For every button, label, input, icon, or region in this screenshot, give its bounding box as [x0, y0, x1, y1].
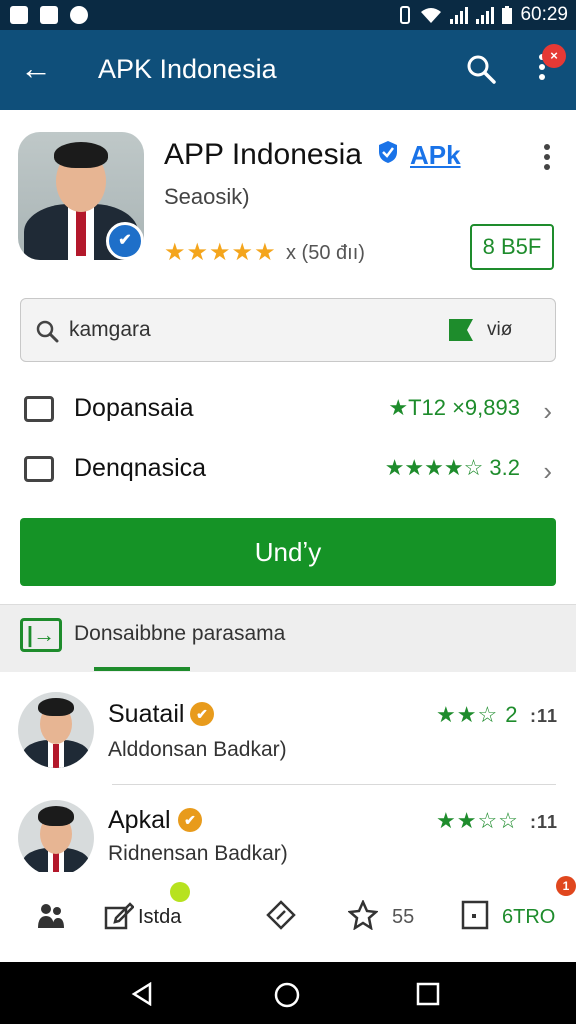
image-icon — [40, 6, 58, 24]
info-row-label: Denqnasica — [74, 454, 207, 482]
status-time: 60:29 — [520, 4, 568, 25]
section-title[interactable]: Donsaibbne parasama — [74, 622, 285, 646]
app-developer: Seaosik) — [164, 184, 250, 209]
rating-stars: ★★★★★ — [164, 239, 277, 266]
info-row-label: Dopansaia — [74, 394, 194, 422]
review-subtitle: Alddonsan Badkar) — [108, 738, 287, 761]
search-icon — [36, 320, 59, 343]
info-row-1[interactable]: Dopansaia ★T12 ×9,893 › — [20, 382, 556, 438]
status-bar: 60:29 — [0, 0, 576, 30]
app-overflow-icon[interactable] — [544, 144, 552, 174]
nav-home-icon[interactable] — [274, 982, 300, 1008]
people-icon[interactable] — [36, 900, 66, 930]
lightbulb-icon — [170, 882, 190, 902]
info-row-value: ★★★★☆ 3.2 — [384, 455, 520, 480]
install-size-button[interactable]: 8 B5F — [470, 224, 554, 270]
chevron-right-icon: › — [543, 396, 552, 426]
primary-action-button[interactable]: Undʼу — [20, 518, 556, 586]
search-field[interactable]: kamgara viø — [20, 298, 556, 362]
verified-badge-icon — [379, 141, 397, 163]
toolbar-value: 55 — [392, 906, 415, 928]
edit-icon[interactable] — [104, 900, 134, 930]
reviewer-avatar[interactable] — [18, 692, 94, 768]
reviewer-name: Apkal — [108, 806, 171, 834]
back-arrow-icon[interactable]: ← — [20, 52, 52, 84]
document-icon[interactable] — [460, 900, 490, 930]
review-more-icon[interactable]: :11 — [530, 706, 558, 727]
search-value: kamgara — [69, 318, 151, 341]
signal-icon — [450, 6, 469, 24]
notification-icon — [10, 6, 28, 24]
nav-recents-icon[interactable] — [416, 982, 440, 1006]
battery-icon — [502, 6, 513, 24]
tag-icon[interactable] — [266, 900, 296, 930]
toolbar-badge: 1 — [556, 876, 576, 896]
reviewer-name: Suatail — [108, 700, 185, 728]
signal-icon-2 — [476, 6, 495, 24]
app-name: APP Indonesia — [164, 138, 362, 171]
export-icon: |→ — [20, 618, 62, 652]
search-icon[interactable] — [466, 54, 496, 84]
info-row-value: ★T12 ×9,893 — [388, 395, 520, 420]
robot-icon — [24, 396, 54, 422]
search-side-label: viø — [487, 319, 513, 340]
review-stars: ★★☆ 2 — [436, 702, 519, 727]
chevron-right-icon: › — [543, 456, 552, 486]
vibrate-icon — [400, 6, 411, 24]
toolbar-label-green[interactable]: 6TRO — [502, 906, 555, 929]
review-stars: ★★☆☆ — [436, 808, 519, 833]
verified-icon: ✔ — [190, 702, 214, 726]
toolbar-label[interactable]: Istda — [138, 906, 181, 929]
wifi-icon — [421, 8, 442, 23]
flag-icon — [449, 319, 473, 341]
review-subtitle: Ridnensan Badkar) — [108, 842, 288, 865]
notification-badge: × — [542, 44, 566, 68]
verified-icon: ✔ — [178, 808, 202, 832]
reviewer-avatar[interactable] — [18, 800, 94, 876]
system-nav-bar — [0, 962, 576, 1024]
divider — [112, 784, 556, 785]
tab-indicator — [94, 667, 190, 671]
sync-icon — [70, 6, 88, 24]
star-icon[interactable] — [348, 900, 378, 930]
app-link[interactable]: APk — [410, 140, 461, 171]
app-bar-title: APK Indonesia — [98, 54, 277, 84]
nav-back-icon[interactable] — [130, 982, 154, 1006]
card-icon — [24, 456, 54, 482]
verified-chip-icon: ✔ — [106, 222, 144, 260]
rating-count: x (50 đıı) — [286, 242, 365, 264]
review-more-icon[interactable]: :11 — [530, 812, 558, 833]
info-row-2[interactable]: Denqnasica ★★★★☆ 3.2 › — [20, 442, 556, 498]
app-bar: ← APK Indonesia × — [0, 30, 576, 110]
